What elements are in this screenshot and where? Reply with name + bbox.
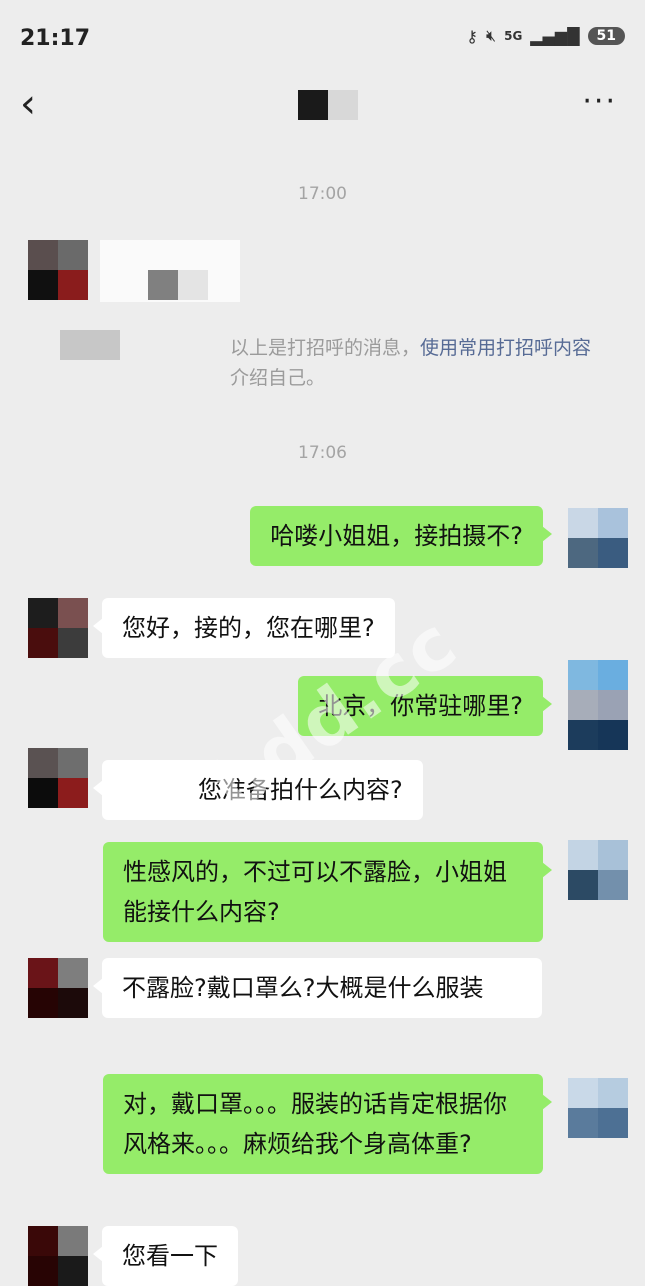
- key-icon: ⚷: [466, 26, 478, 46]
- contact-avatar[interactable]: [28, 1226, 88, 1286]
- back-button[interactable]: ‹: [20, 84, 36, 124]
- network-label: 5G: [504, 29, 523, 43]
- message-bubble-incoming[interactable]: 您好，接的，您在哪里?: [93, 598, 395, 658]
- contact-avatar[interactable]: [28, 598, 88, 658]
- battery-badge: 51: [587, 27, 625, 45]
- greeting-template-link[interactable]: 使用常用打招呼内容: [420, 337, 591, 359]
- chat-title-redacted: [298, 90, 358, 120]
- self-avatar[interactable]: [568, 660, 628, 750]
- timestamp: 17:00: [298, 184, 347, 204]
- message-bubble-outgoing[interactable]: 哈喽小姐姐，接拍摄不?: [250, 506, 552, 566]
- redacted-block: [60, 330, 120, 360]
- redacted-block: [178, 270, 208, 300]
- self-avatar[interactable]: [568, 1078, 628, 1138]
- system-notice-suffix: 介绍自己。: [230, 367, 326, 389]
- more-button[interactable]: ···: [582, 84, 617, 119]
- chat-header: ‹ ···: [0, 78, 645, 138]
- self-avatar[interactable]: [568, 508, 628, 568]
- message-bubble-outgoing[interactable]: 对，戴口罩。。。服装的话肯定根据你风格来。。。麻烦给我个身高体重?: [103, 1074, 552, 1174]
- status-bar: 21:17 ⚷ 🔇︎ 5G ▂▄▆█ 51: [0, 0, 645, 78]
- status-time: 21:17: [20, 26, 91, 51]
- message-bubble-incoming[interactable]: 您看一下: [93, 1226, 238, 1286]
- message-bubble-incoming[interactable]: 不露脸?戴口罩么?大概是什么服装: [93, 958, 542, 1018]
- contact-avatar[interactable]: [28, 748, 88, 808]
- contact-avatar[interactable]: [28, 240, 88, 300]
- timestamp: 17:06: [298, 443, 347, 463]
- signal-icon: ▂▄▆█: [530, 26, 580, 46]
- status-icons: ⚷ 🔇︎ 5G ▂▄▆█ 51: [466, 26, 625, 46]
- self-avatar[interactable]: [568, 840, 628, 900]
- contact-avatar[interactable]: [28, 958, 88, 1018]
- system-notice-text: 以上是打招呼的消息，: [230, 337, 421, 359]
- system-notice: 以上是打招呼的消息，使用常用打招呼内容介绍自己。: [230, 333, 610, 393]
- mute-icon: 🔇︎: [486, 26, 497, 45]
- redacted-block: [148, 270, 178, 300]
- message-bubble-outgoing[interactable]: 性感风的，不过可以不露脸，小姐姐能接什么内容?: [103, 842, 552, 942]
